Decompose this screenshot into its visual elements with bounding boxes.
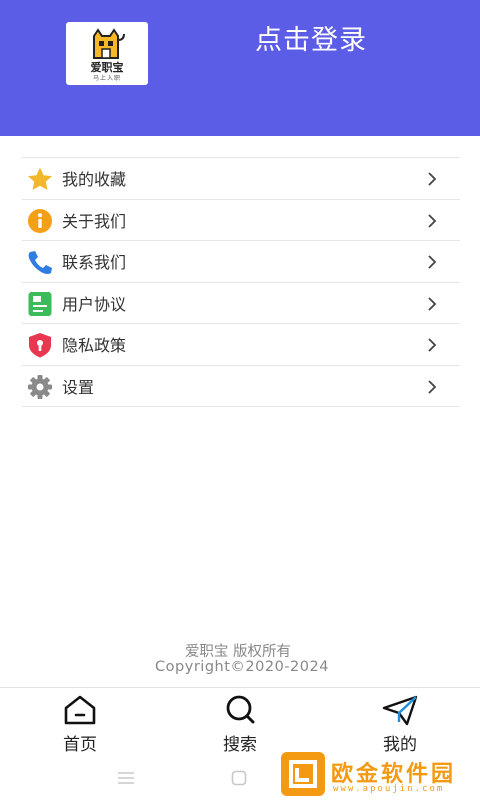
menu-item-label: 联系我们 — [62, 253, 127, 273]
watermark-logo-icon — [281, 752, 325, 796]
phone-icon — [28, 251, 52, 274]
bottom-tab-bar: 首页 搜索 我的 — [0, 687, 480, 755]
menu-item-privacy-policy[interactable]: 隐私政策 — [22, 324, 460, 366]
star-icon — [28, 167, 52, 190]
cat-logo-icon — [93, 28, 125, 59]
login-button[interactable]: 点击登录 — [236, 18, 386, 57]
tab-search[interactable]: 搜索 — [180, 688, 300, 756]
menu-item-label: 用户协议 — [62, 294, 127, 314]
menu-item-label: 我的收藏 — [62, 170, 127, 190]
watermark-url: www.apoujin.com — [333, 784, 445, 794]
tab-label: 首页 — [63, 735, 97, 755]
info-icon — [28, 208, 52, 233]
shield-lock-icon — [29, 333, 51, 358]
home-square-icon[interactable] — [231, 770, 247, 786]
search-icon — [226, 695, 255, 724]
chevron-right-icon — [428, 255, 437, 269]
profile-menu: 我的收藏 关于我们 联系我们 用户协议 隐私政策 设置 — [22, 157, 460, 407]
chevron-right-icon — [428, 296, 437, 311]
watermark: 欧金软件园 www.apoujin.com — [281, 752, 480, 800]
chevron-right-icon — [428, 213, 437, 228]
footer-copyright: Copyright©2020-2024 — [155, 659, 329, 675]
chevron-right-icon — [428, 172, 437, 186]
menu-item-about[interactable]: 关于我们 — [22, 200, 460, 241]
logo-tagline: 马上入职 — [92, 75, 121, 82]
menu-item-favorites[interactable]: 我的收藏 — [22, 158, 460, 200]
tab-home[interactable]: 首页 — [20, 688, 140, 756]
tab-mine[interactable]: 我的 — [340, 688, 460, 756]
menu-item-label: 关于我们 — [62, 211, 127, 231]
menu-item-contact[interactable]: 联系我们 — [22, 241, 460, 283]
footer-brand: 爱职宝 版权所有 — [184, 644, 292, 660]
menu-item-settings[interactable]: 设置 — [22, 366, 460, 407]
menu-item-user-agreement[interactable]: 用户协议 — [22, 283, 460, 324]
menu-lines-icon[interactable] — [117, 771, 135, 785]
app-logo: 爱职宝 马上入职 — [66, 22, 148, 85]
chevron-right-icon — [428, 338, 437, 352]
profile-header: 爱职宝 马上入职 点击登录 — [0, 0, 480, 136]
menu-item-label: 设置 — [62, 377, 95, 397]
menu-item-label: 隐私政策 — [62, 336, 127, 356]
paper-plane-icon — [382, 695, 418, 726]
document-icon — [28, 291, 52, 316]
chevron-right-icon — [428, 379, 437, 394]
home-icon — [64, 695, 96, 725]
gear-icon — [28, 374, 52, 399]
